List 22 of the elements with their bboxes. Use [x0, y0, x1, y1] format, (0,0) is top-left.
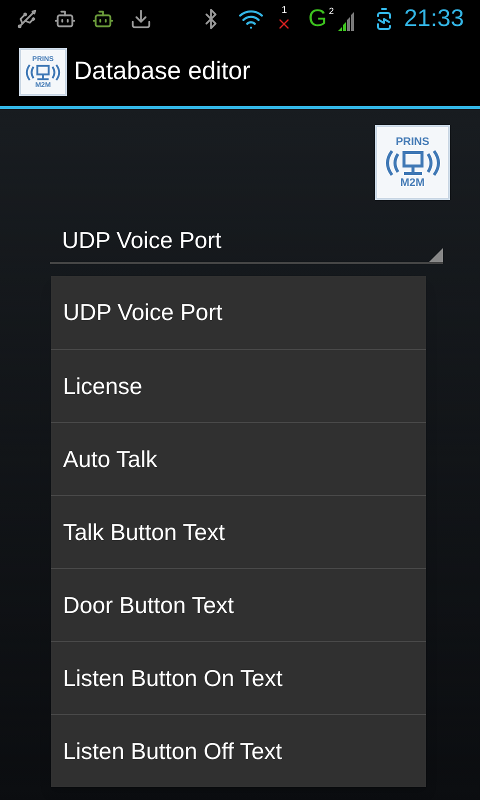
- logo-text: PRINS: [396, 136, 430, 148]
- dropdown-item[interactable]: Auto Talk: [51, 422, 426, 495]
- download-icon: [130, 8, 152, 30]
- dropdown-item[interactable]: Talk Button Text: [51, 495, 426, 568]
- dropdown-item[interactable]: Listen Button On Text: [51, 641, 426, 714]
- sim-slot: 2: [328, 7, 334, 16]
- usb-icon: [16, 8, 38, 30]
- dropdown-item[interactable]: Listen Button Off Text: [51, 714, 426, 787]
- logo-text: M2M: [400, 178, 425, 188]
- robot-icon: [54, 8, 76, 30]
- dropdown-item[interactable]: License: [51, 349, 426, 422]
- network-icon: [24, 62, 62, 82]
- corner-triangle-icon: [429, 248, 443, 262]
- spinner[interactable]: UDP Voice Port: [50, 218, 443, 264]
- network-type: G: [308, 7, 327, 31]
- missed-count: 1: [281, 6, 288, 16]
- clock: 21:33: [404, 4, 464, 34]
- signal-icon: [336, 11, 356, 31]
- robot-icon: [92, 8, 114, 30]
- dropdown-item[interactable]: Door Button Text: [51, 568, 426, 641]
- dropdown-item[interactable]: UDP Voice Port: [51, 276, 426, 349]
- screen-title: Database editor: [74, 56, 251, 88]
